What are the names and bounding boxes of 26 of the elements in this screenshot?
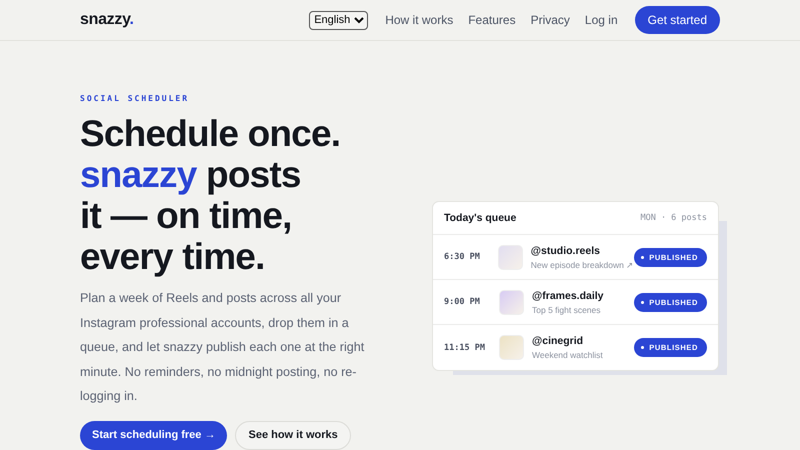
start-button[interactable]: Start scheduling free → [80, 420, 228, 450]
status-dot-icon [641, 300, 644, 304]
post-caption: New episode breakdown ↗ [530, 260, 634, 270]
nav-link[interactable]: Privacy [530, 13, 570, 27]
language-select[interactable]: English [309, 10, 368, 30]
status-dot-icon [641, 256, 644, 258]
logo[interactable]: snazzy. [80, 11, 134, 29]
eyebrow-label: SOCIAL SCHEDULER [80, 94, 190, 103]
post-time: 11:15 PM [444, 342, 486, 352]
account-name: @cinegrid [532, 335, 584, 347]
card-meta: MON · 6 posts [640, 213, 707, 223]
card-title: Today's queue [444, 212, 516, 224]
post-caption: Weekend watchlist [532, 350, 604, 360]
account-name: @frames.daily [532, 290, 605, 302]
post-time: 9:00 PM [444, 297, 481, 307]
account-name: @studio.reels [530, 244, 601, 256]
nav-link[interactable]: Log in [584, 13, 618, 27]
post-time: 6:30 PM [444, 252, 481, 262]
description: Plan a week of Reels and posts across all your Instagram professional accounts, drop them in a queue, and let snazzy publish each one at the right minute. No reminders, no midnight posting, no re-logging in. [80, 290, 366, 405]
headline: Schedule once. snazzy posts it — on time, every time. [80, 113, 342, 277]
status-dot-icon [641, 346, 644, 349]
nav-link[interactable]: Features [468, 13, 516, 27]
how-it-works-button[interactable]: See how it works [235, 420, 351, 450]
post-caption: Top 5 fight scenes [532, 304, 602, 314]
nav-link[interactable]: How it works [385, 13, 454, 27]
get-started-button[interactable]: Get started [634, 6, 720, 34]
